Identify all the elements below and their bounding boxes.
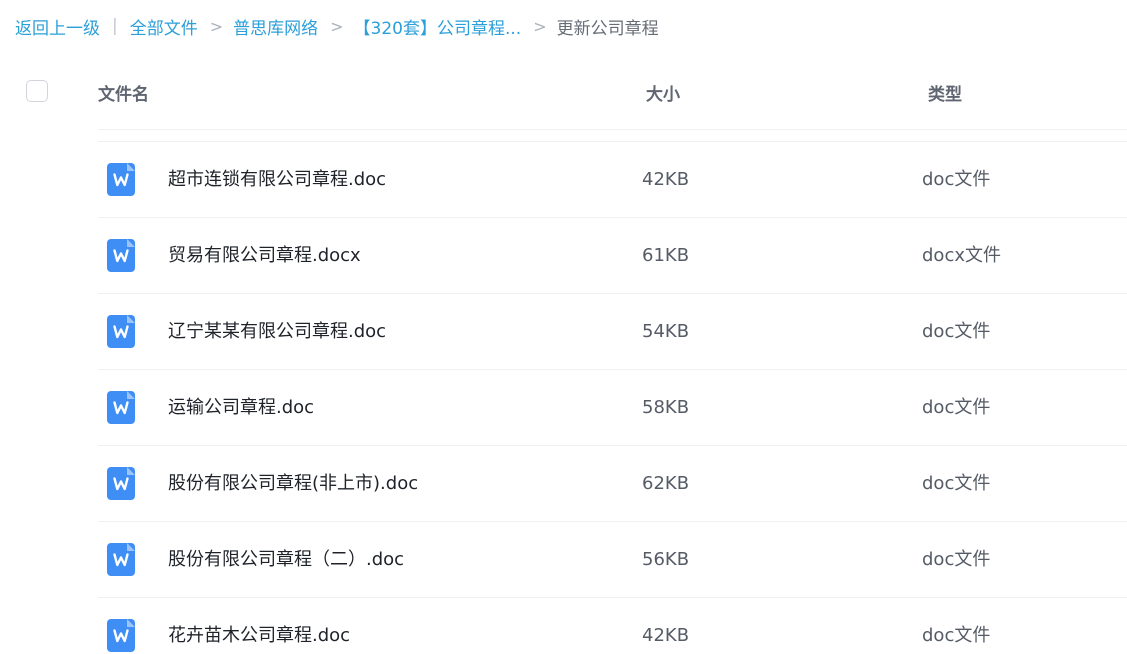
file-name[interactable]: 辽宁某某有限公司章程.doc [168, 320, 386, 344]
breadcrumb-all-files[interactable]: 全部文件 [130, 14, 198, 39]
word-file-icon [107, 619, 135, 652]
word-file-icon [107, 391, 135, 424]
file-size: 58KB [642, 397, 690, 418]
breadcrumb-current: 更新公司章程 [556, 18, 659, 39]
file-type: docx文件 [922, 245, 1001, 266]
file-name[interactable]: 股份有限公司章程（二）.doc [168, 548, 404, 572]
word-file-icon [107, 163, 135, 196]
breadcrumb-separator: > [533, 16, 547, 36]
file-size: 54KB [642, 321, 690, 342]
file-size: 42KB [642, 169, 690, 190]
file-type: doc文件 [922, 549, 991, 570]
file-size: 61KB [642, 245, 690, 266]
word-file-icon [107, 543, 135, 576]
file-type: doc文件 [922, 473, 991, 494]
file-name[interactable]: 股份有限公司章程(非上市).doc [168, 472, 418, 496]
column-header-size[interactable]: 大小 [646, 80, 680, 105]
breadcrumb-separator: > [330, 16, 344, 36]
breadcrumb-divider: | [112, 16, 118, 36]
breadcrumb-folder-320[interactable]: 【320套】公司章程... [354, 14, 522, 39]
file-type: doc文件 [922, 169, 991, 190]
file-browser: 返回上一级 | 全部文件 > 普思库网络 > 【320套】公司章程... > 更… [0, 0, 1127, 654]
table-row[interactable]: 超市连锁有限公司章程.doc 42KB doc文件 [98, 141, 1127, 217]
table-row[interactable]: 运输公司章程.doc 58KB doc文件 [98, 369, 1127, 445]
column-header-type[interactable]: 类型 [928, 80, 962, 105]
file-size: 56KB [642, 549, 690, 570]
table-row[interactable]: 花卉苗木公司章程.doc 42KB doc文件 [98, 597, 1127, 654]
word-file-icon [107, 467, 135, 500]
file-size: 62KB [642, 473, 690, 494]
file-type: doc文件 [922, 321, 991, 342]
table-row[interactable]: 贸易有限公司章程.docx 61KB docx文件 [98, 217, 1127, 293]
file-name[interactable]: 花卉苗木公司章程.doc [168, 624, 350, 648]
file-size: 42KB [642, 625, 690, 646]
breadcrumb: 返回上一级 | 全部文件 > 普思库网络 > 【320套】公司章程... > 更… [15, 14, 659, 39]
column-header-name[interactable]: 文件名 [98, 80, 149, 105]
table-header: 文件名 大小 类型 [0, 70, 1127, 114]
select-all-checkbox[interactable] [26, 80, 48, 102]
table-row[interactable]: 股份有限公司章程（二）.doc 56KB doc文件 [98, 521, 1127, 597]
word-file-icon [107, 239, 135, 272]
file-name[interactable]: 超市连锁有限公司章程.doc [168, 168, 386, 192]
table-row[interactable]: 股份有限公司章程(非上市).doc 62KB doc文件 [98, 445, 1127, 521]
file-list: 超市连锁有限公司章程.doc 42KB doc文件 贸易有限公司章程.docx … [98, 141, 1127, 654]
header-divider [98, 129, 1127, 130]
file-name[interactable]: 贸易有限公司章程.docx [168, 244, 361, 268]
table-row[interactable]: 辽宁某某有限公司章程.doc 54KB doc文件 [98, 293, 1127, 369]
file-type: doc文件 [922, 397, 991, 418]
breadcrumb-folder-pusiku[interactable]: 普思库网络 [233, 14, 318, 39]
word-file-icon [107, 315, 135, 348]
back-link[interactable]: 返回上一级 [15, 14, 100, 39]
breadcrumb-separator: > [209, 16, 224, 36]
file-type: doc文件 [922, 625, 991, 646]
file-name[interactable]: 运输公司章程.doc [168, 396, 314, 420]
